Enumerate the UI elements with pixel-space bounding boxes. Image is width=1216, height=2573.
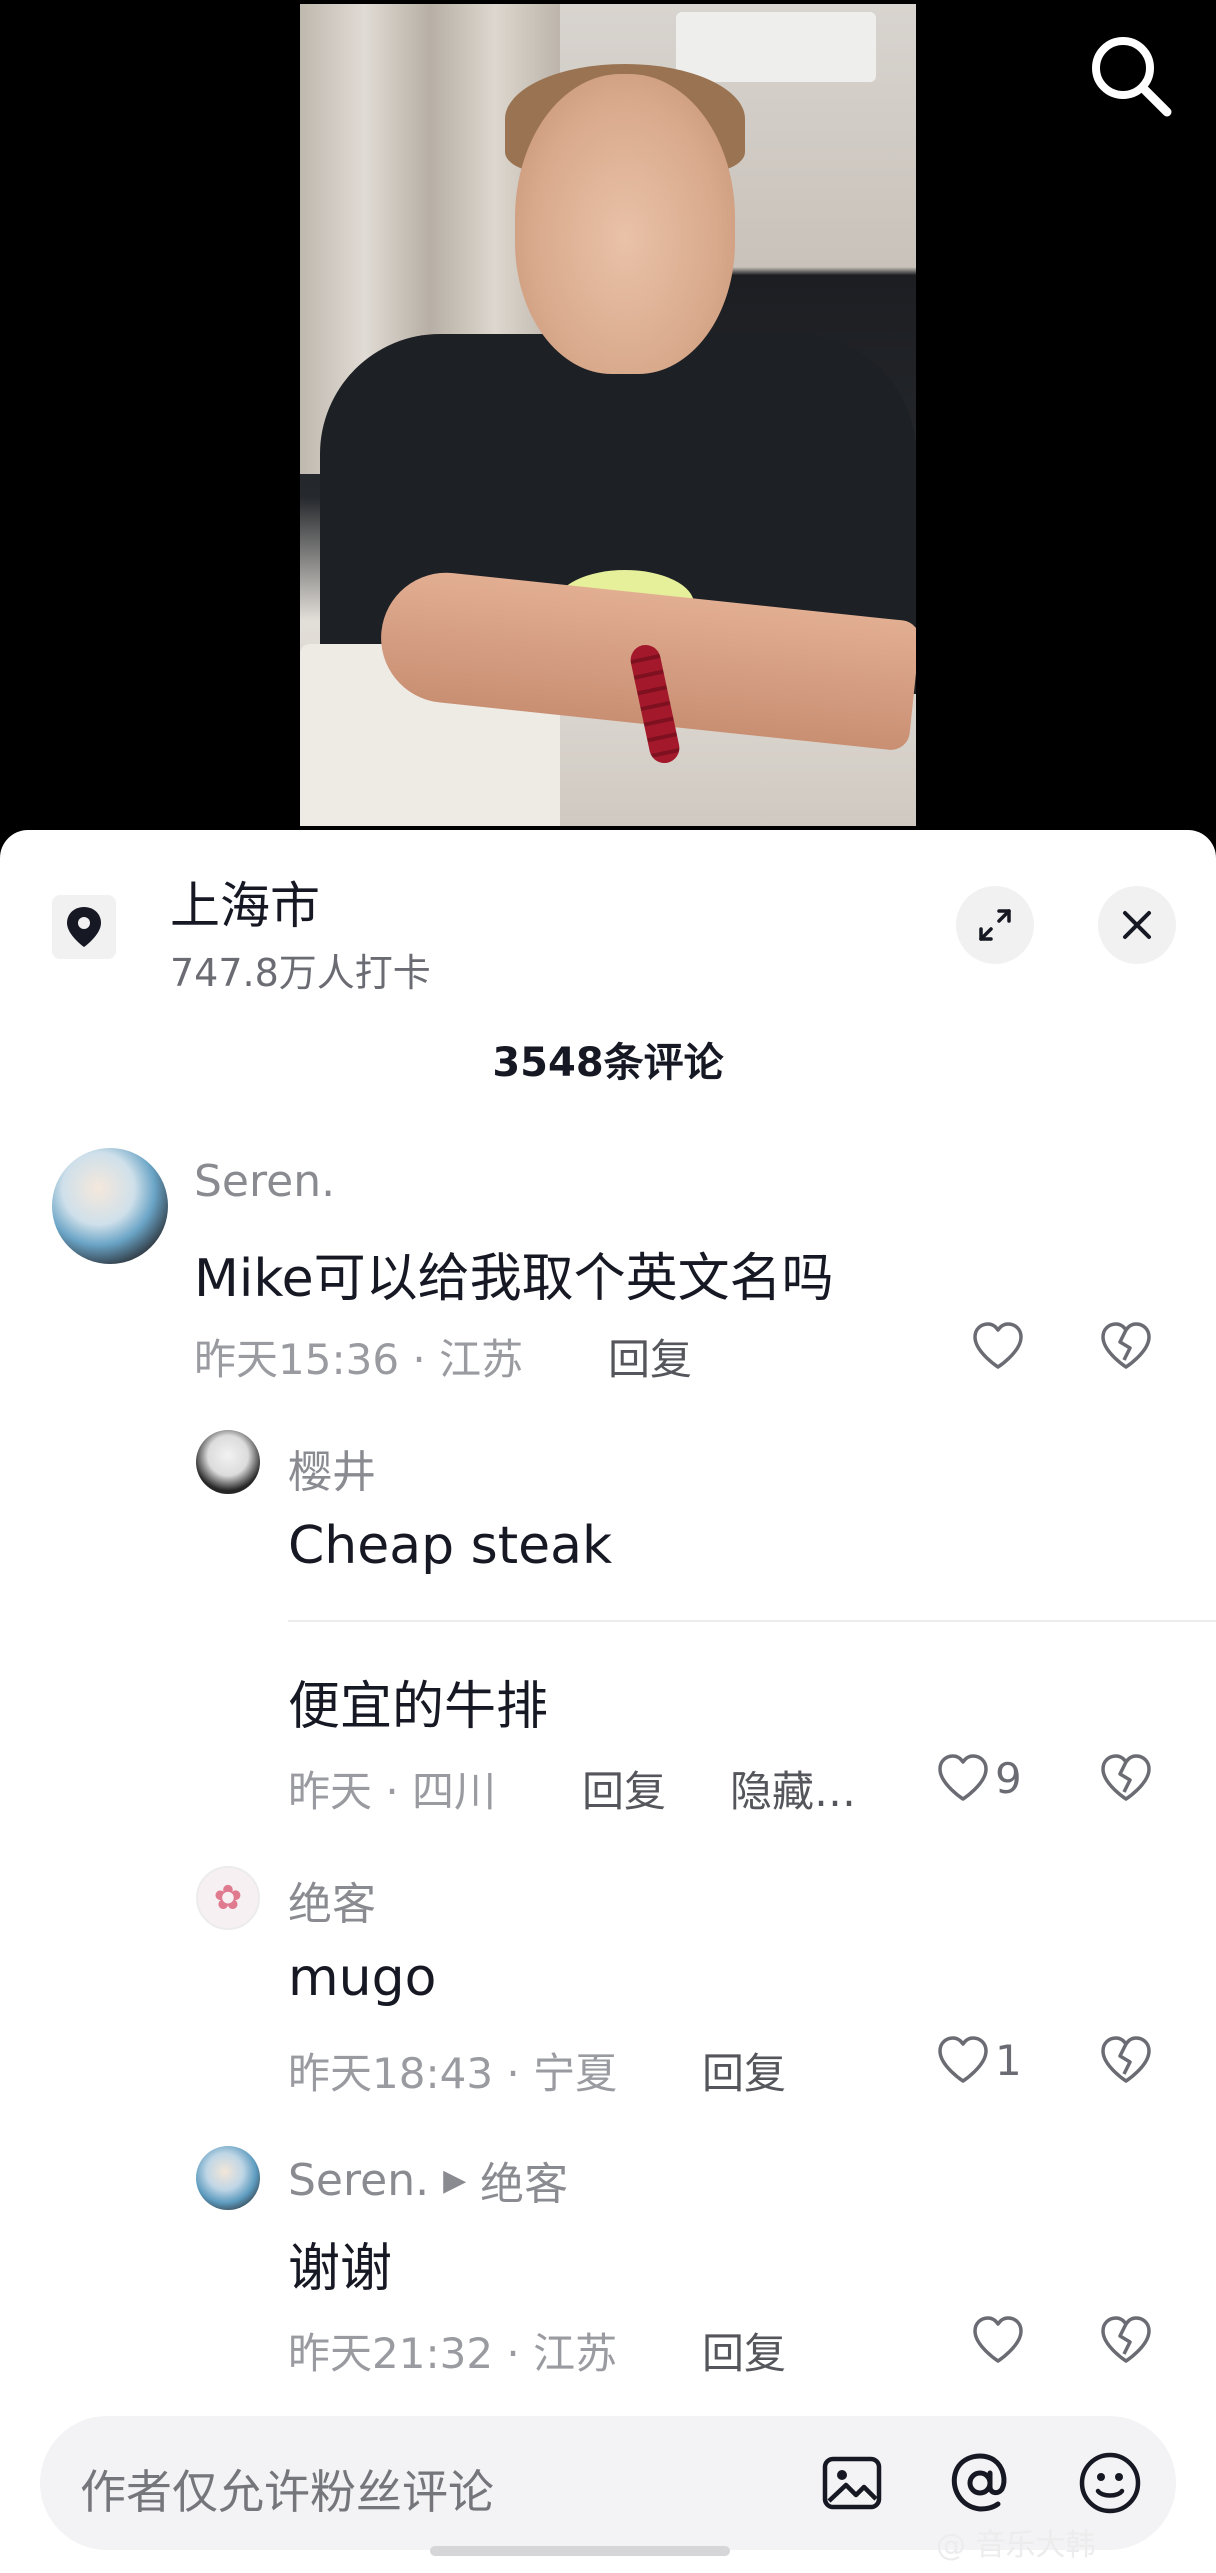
reply-text[interactable]: 谢谢 xyxy=(288,2226,392,2301)
reply-author[interactable]: 樱井 xyxy=(288,1436,376,1500)
comment-text[interactable]: Mike可以给我取个英文名吗 xyxy=(194,1236,834,1311)
expand-button[interactable] xyxy=(956,886,1034,964)
broken-heart-icon xyxy=(1101,2316,1151,2363)
close-button[interactable] xyxy=(1098,886,1176,964)
reply-meta: 昨天 · 四川 xyxy=(288,1767,497,1816)
video-background-ac xyxy=(676,12,876,82)
broken-heart-icon xyxy=(1101,2036,1151,2083)
reply-author[interactable]: Seren. xyxy=(288,2155,429,2206)
location-pin-icon[interactable] xyxy=(52,895,116,959)
avatar[interactable] xyxy=(196,2146,260,2210)
home-indicator xyxy=(430,2546,730,2556)
dislike-button[interactable] xyxy=(1098,1320,1154,1377)
avatar[interactable] xyxy=(196,1430,260,1494)
watermark: @ 音乐大韩 xyxy=(936,2528,1096,2563)
reply-meta: 昨天21:32 · 江苏 xyxy=(288,2329,618,2378)
reply-button[interactable]: 回复 xyxy=(702,2320,786,2381)
reply-to-author[interactable]: 绝客 xyxy=(480,2148,568,2212)
mention-icon[interactable] xyxy=(944,2447,1016,2519)
hide-button[interactable]: 隐藏… xyxy=(730,1758,856,1819)
like-button[interactable] xyxy=(970,2314,1026,2366)
dislike-button[interactable] xyxy=(1098,1752,1154,1809)
like-button[interactable] xyxy=(970,1320,1026,1372)
reply-button[interactable]: 回复 xyxy=(608,1326,692,1387)
reply-author-line: Seren. ▶ 绝客 xyxy=(288,2148,568,2212)
reply-meta: 昨天18:43 · 宁夏 xyxy=(288,2049,618,2098)
heart-icon xyxy=(973,2316,1023,2363)
close-icon xyxy=(1123,911,1151,939)
broken-heart-icon xyxy=(1101,1754,1151,1801)
like-button[interactable]: 9 xyxy=(935,1752,1022,1804)
reply-button[interactable]: 回复 xyxy=(582,1758,666,1819)
reply-text[interactable]: mugo xyxy=(288,1948,436,2008)
comment-sheet xyxy=(0,830,1216,2573)
heart-icon xyxy=(973,1322,1023,1369)
image-icon[interactable] xyxy=(816,2447,888,2519)
comment-author[interactable]: Seren. xyxy=(194,1156,335,1207)
search-icon[interactable] xyxy=(1085,30,1175,120)
reply-arrow-icon: ▶ xyxy=(443,2162,467,2198)
like-count: 9 xyxy=(995,1753,1022,1803)
broken-heart-icon xyxy=(1101,1322,1151,1369)
like-count: 1 xyxy=(995,2035,1022,2085)
comment-meta: 昨天15:36 · 江苏 xyxy=(194,1335,524,1384)
divider xyxy=(288,1620,1216,1622)
location-title[interactable]: 上海市 xyxy=(170,866,320,938)
reply-author[interactable]: 绝客 xyxy=(288,1868,376,1932)
reply-text[interactable]: Cheap steak xyxy=(288,1516,612,1576)
emoji-icon[interactable] xyxy=(1074,2447,1146,2519)
video-player[interactable] xyxy=(0,0,1216,840)
dislike-button[interactable] xyxy=(1098,2314,1154,2371)
avatar[interactable]: ✿ xyxy=(196,1866,260,1930)
heart-icon xyxy=(938,1754,988,1801)
comment-input-placeholder[interactable]: 作者仅允许粉丝评论 xyxy=(80,2456,494,2522)
heart-icon xyxy=(938,2036,988,2083)
like-button[interactable]: 1 xyxy=(935,2034,1022,2086)
reply-text-continued[interactable]: 便宜的牛排 xyxy=(288,1664,548,1739)
video-person-face xyxy=(515,74,735,374)
reply-button[interactable]: 回复 xyxy=(702,2040,786,2101)
location-checkin-count: 747.8万人打卡 xyxy=(170,951,431,995)
comment-count-title: 3548条评论 xyxy=(492,1040,724,1086)
expand-icon xyxy=(979,909,1011,941)
avatar-glyph-icon: ✿ xyxy=(213,1879,243,1917)
dislike-button[interactable] xyxy=(1098,2034,1154,2091)
avatar[interactable] xyxy=(52,1148,168,1264)
video-frame[interactable] xyxy=(300,4,916,826)
